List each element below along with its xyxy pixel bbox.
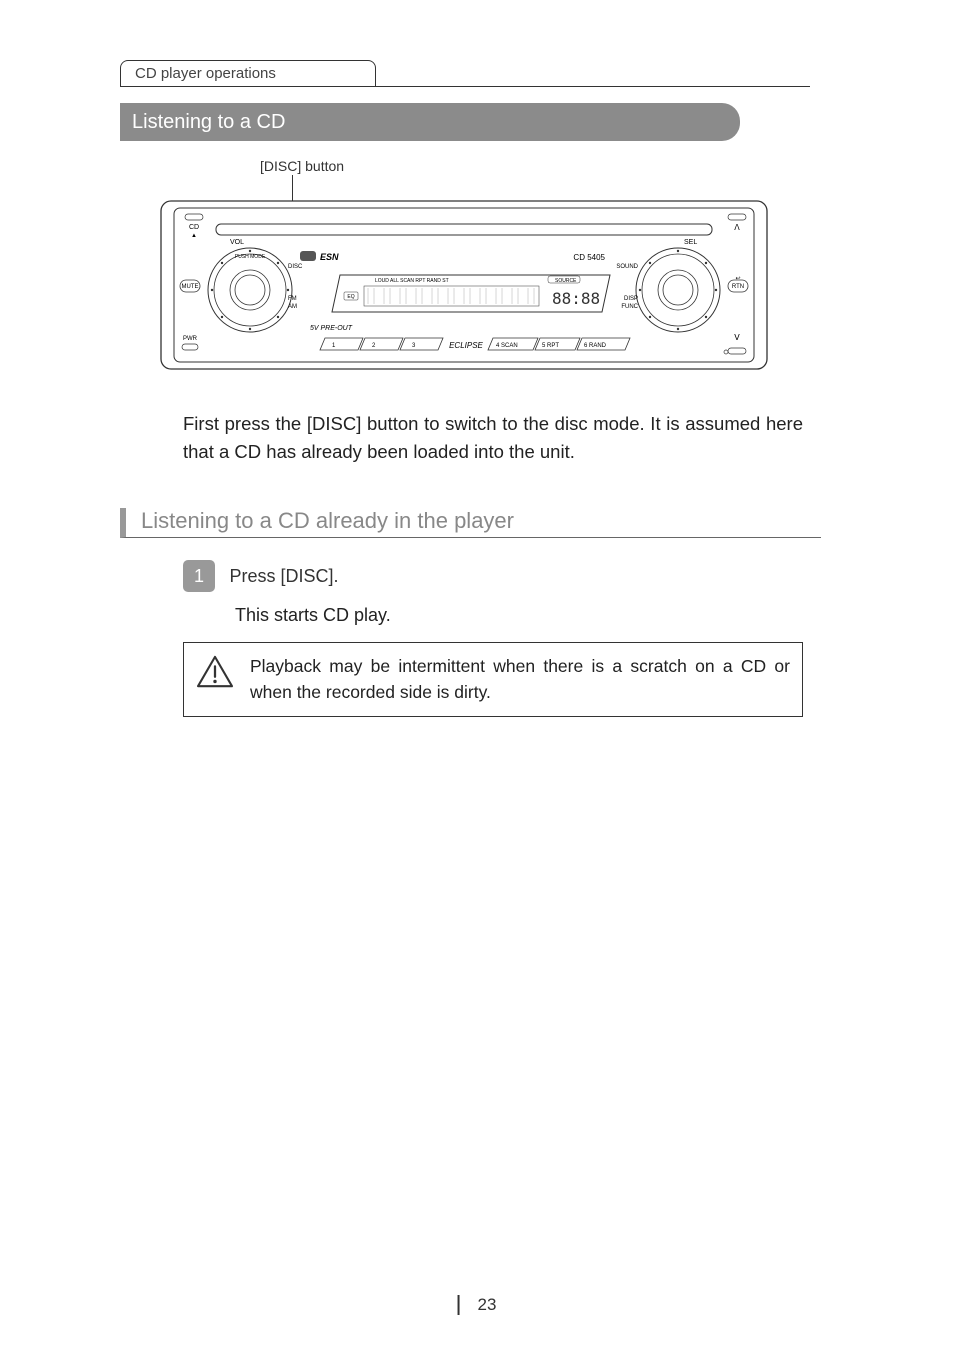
svg-text:ESN: ESN (320, 252, 339, 262)
func-label: FUNC (621, 304, 638, 310)
svg-text:↩: ↩ (735, 276, 740, 282)
svg-text:5V PRE-OUT: 5V PRE-OUT (310, 325, 353, 332)
svg-text:EQ: EQ (347, 294, 354, 300)
am-label: AM (288, 304, 297, 310)
step-description: This starts CD play. (235, 605, 391, 626)
title-bar: Listening to a CD (120, 103, 740, 141)
pwr-label: PWR (183, 336, 198, 342)
svg-text:88:88: 88:88 (552, 289, 600, 308)
svg-text:CD 5405: CD 5405 (573, 253, 605, 262)
callout-label: [DISC] button (260, 158, 344, 174)
svg-text:ECLIPSE: ECLIPSE (449, 341, 483, 350)
page-tab: CD player operations (120, 60, 376, 86)
device-illustration: CD ▲ VOL SEL PUSH MODE (160, 200, 768, 370)
caution-icon (196, 655, 238, 694)
vol-label: VOL (230, 239, 244, 246)
right-knob (636, 248, 720, 332)
push-mode-label: PUSH MODE (235, 254, 266, 260)
svg-text:5 RPT: 5 RPT (542, 343, 559, 349)
down-icon: ᐯ (734, 333, 740, 342)
section-heading: Listening to a CD already in the player (120, 508, 821, 538)
svg-text:4 SCAN: 4 SCAN (496, 343, 518, 349)
sel-label: SEL (684, 239, 697, 246)
svg-text:6 RAND: 6 RAND (584, 343, 607, 349)
svg-text:▲: ▲ (191, 233, 197, 239)
disc-button-label: DISC (288, 264, 303, 270)
left-knob: PUSH MODE (208, 248, 292, 332)
caution-text: Playback may be intermittent when there … (250, 653, 790, 706)
intro-paragraph: First press the [DISC] button to switch … (183, 410, 803, 466)
rtn-label: RTN (732, 284, 744, 290)
mute-label: MUTE (182, 284, 199, 290)
step-number: 1 (183, 560, 215, 592)
sound-label: SOUND (616, 264, 638, 270)
up-icon: ᐱ (734, 223, 740, 232)
horizontal-rule (120, 86, 810, 87)
caution-box: Playback may be intermittent when there … (183, 642, 803, 717)
disp-label: DISP (624, 296, 638, 302)
step-label: Press [DISC]. (229, 566, 338, 587)
cd-slot-label: CD (189, 224, 199, 231)
page-number: 23 (458, 1295, 497, 1315)
svg-text:LOUD ALL SCAN RPT RAND ST: LOUD ALL SCAN RPT RAND ST (375, 278, 449, 284)
fm-label: FM (288, 296, 297, 302)
